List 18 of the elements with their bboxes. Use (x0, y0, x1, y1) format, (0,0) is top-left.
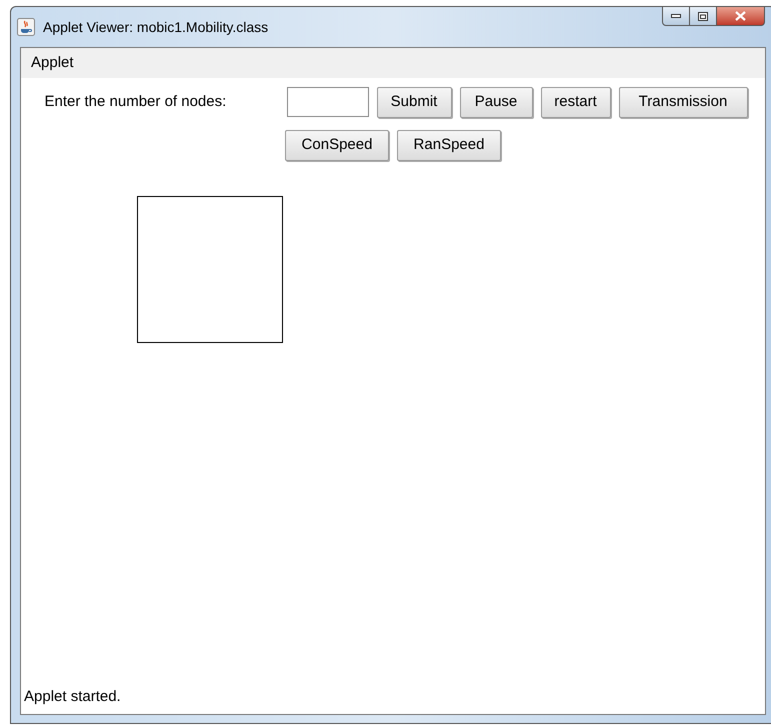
window-title: Applet Viewer: mobic1.Mobility.class (43, 18, 268, 37)
minimize-button[interactable] (662, 6, 690, 26)
field-label: Enter the number of nodes: (44, 92, 228, 112)
status-text: Applet started. (24, 686, 121, 706)
close-button[interactable] (717, 6, 765, 26)
maximize-button[interactable] (690, 6, 717, 26)
menu-item[interactable]: Applet (31, 52, 74, 74)
action-button[interactable]: Submit (376, 87, 452, 118)
action-button[interactable]: RanSpeed (397, 130, 501, 161)
input-field[interactable] (286, 87, 368, 117)
maximize-icon (698, 12, 708, 20)
action-button[interactable]: restart (540, 87, 610, 118)
close-icon (735, 11, 746, 21)
action-button[interactable]: Pause (460, 87, 532, 118)
action-button[interactable]: ConSpeed (285, 130, 389, 161)
minimize-icon (671, 14, 681, 18)
java-cup-icon (17, 18, 35, 36)
action-button[interactable]: Transmission (618, 87, 748, 118)
